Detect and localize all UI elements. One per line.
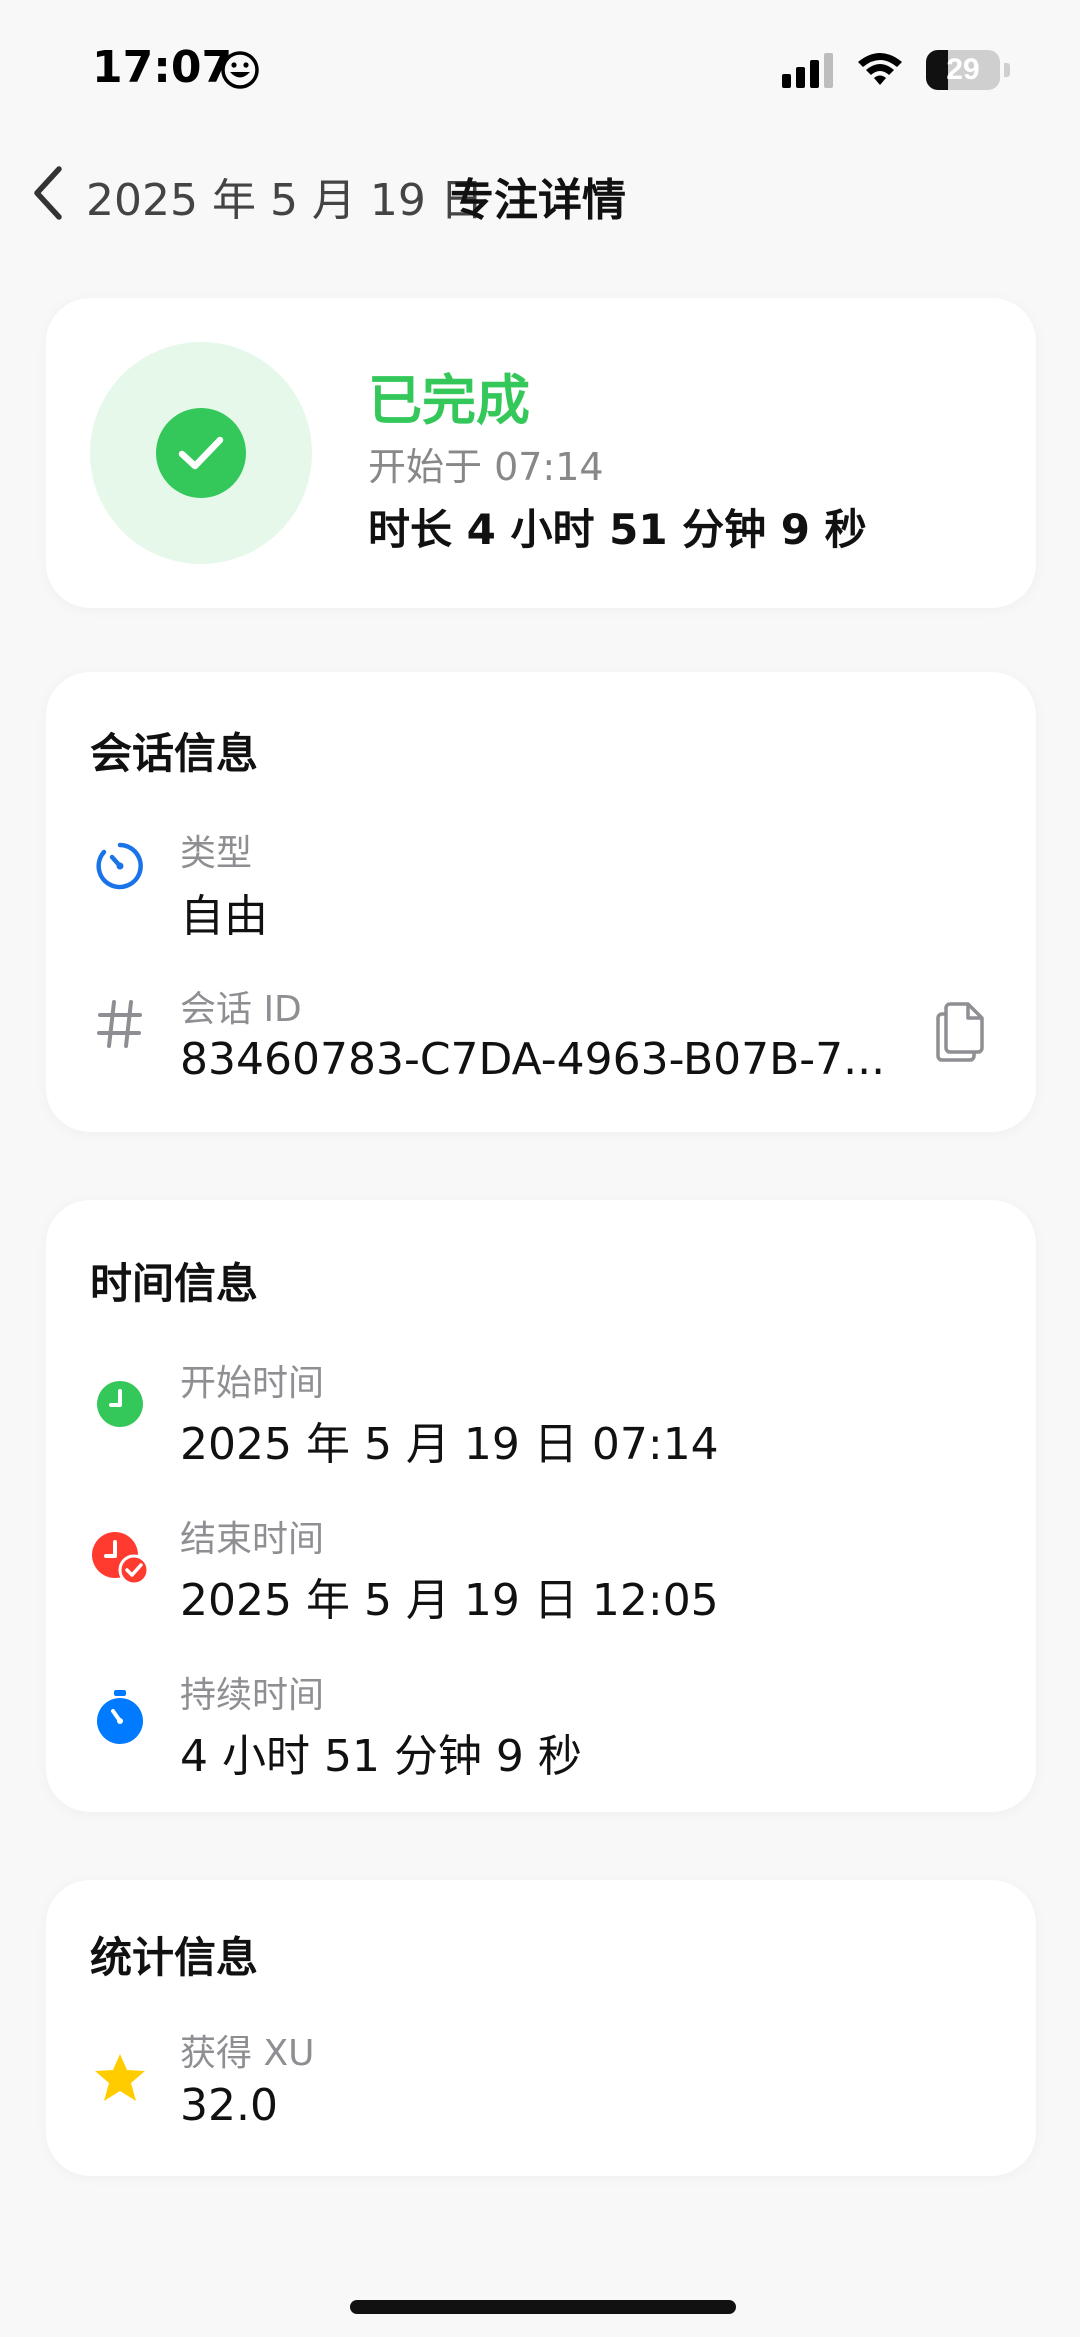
back-button[interactable] — [18, 158, 78, 228]
type-value: 自由 — [180, 891, 268, 942]
end-time-label: 结束时间 — [180, 1519, 325, 1560]
status-icons: 29 — [782, 48, 1010, 92]
session-info-card: 会话信息 类型 自由 会话 ID 83460783-C7DA-4963-B07B… — [46, 672, 1036, 1132]
star-icon — [90, 2048, 150, 2108]
section-title: 时间信息 — [90, 1259, 259, 1308]
duration-text: 时长 4 小时 51 分钟 9 秒 — [368, 505, 867, 554]
clock-end-icon — [90, 1530, 150, 1590]
xu-value: 32.0 — [180, 2080, 278, 2131]
stats-info-card: 统计信息 获得 XU 32.0 — [46, 1880, 1036, 2176]
cellular-signal-icon — [782, 53, 833, 88]
section-title: 会话信息 — [90, 729, 259, 778]
hash-icon — [90, 994, 150, 1054]
time-info-card: 时间信息 开始时间 2025 年 5 月 19 日 07:14 结束时间 202… — [46, 1200, 1036, 1812]
battery-tip — [1004, 63, 1010, 77]
end-time-value: 2025 年 5 月 19 日 12:05 — [180, 1575, 719, 1626]
start-time-label: 开始时间 — [180, 1363, 325, 1404]
session-id-value: 83460783-C7DA-4963-B07B-7... — [180, 1034, 886, 1085]
session-id-label: 会话 ID — [180, 989, 302, 1030]
back-label[interactable]: 2025 年 5 月 19 日 — [86, 164, 484, 228]
start-time-value: 2025 年 5 月 19 日 07:14 — [180, 1419, 719, 1470]
duration-value: 4 小时 51 分钟 9 秒 — [180, 1731, 582, 1782]
xu-label: 获得 XU — [180, 2033, 315, 2074]
type-label: 类型 — [180, 833, 253, 874]
status-badge — [90, 342, 312, 564]
section-title: 统计信息 — [90, 1933, 259, 1982]
start-text: 开始于 07:14 — [368, 445, 604, 489]
chevron-left-icon — [34, 166, 62, 220]
battery-icon: 29 — [926, 50, 1000, 90]
page-title: 专注详情 — [450, 175, 626, 226]
clock-start-icon — [90, 1374, 150, 1434]
duration-label: 持续时间 — [180, 1675, 325, 1716]
copy-icon — [936, 1002, 984, 1062]
nav-bar: 2025 年 5 月 19 日 专注详情 — [0, 150, 1080, 230]
battery-level: 29 — [946, 53, 980, 86]
wifi-icon — [858, 53, 902, 85]
status-bar: 17:07 29 — [0, 0, 1080, 140]
home-indicator[interactable] — [350, 2300, 736, 2314]
summary-card: 已完成 开始于 07:14 时长 4 小时 51 分钟 9 秒 — [46, 298, 1036, 608]
timer-icon — [90, 836, 150, 896]
stopwatch-icon — [90, 1688, 150, 1748]
smiley-icon — [221, 51, 259, 89]
copy-button[interactable] — [932, 996, 992, 1068]
status-label: 已完成 — [368, 369, 530, 432]
status-time: 17:07 — [92, 42, 233, 93]
check-circle-icon — [156, 408, 246, 498]
